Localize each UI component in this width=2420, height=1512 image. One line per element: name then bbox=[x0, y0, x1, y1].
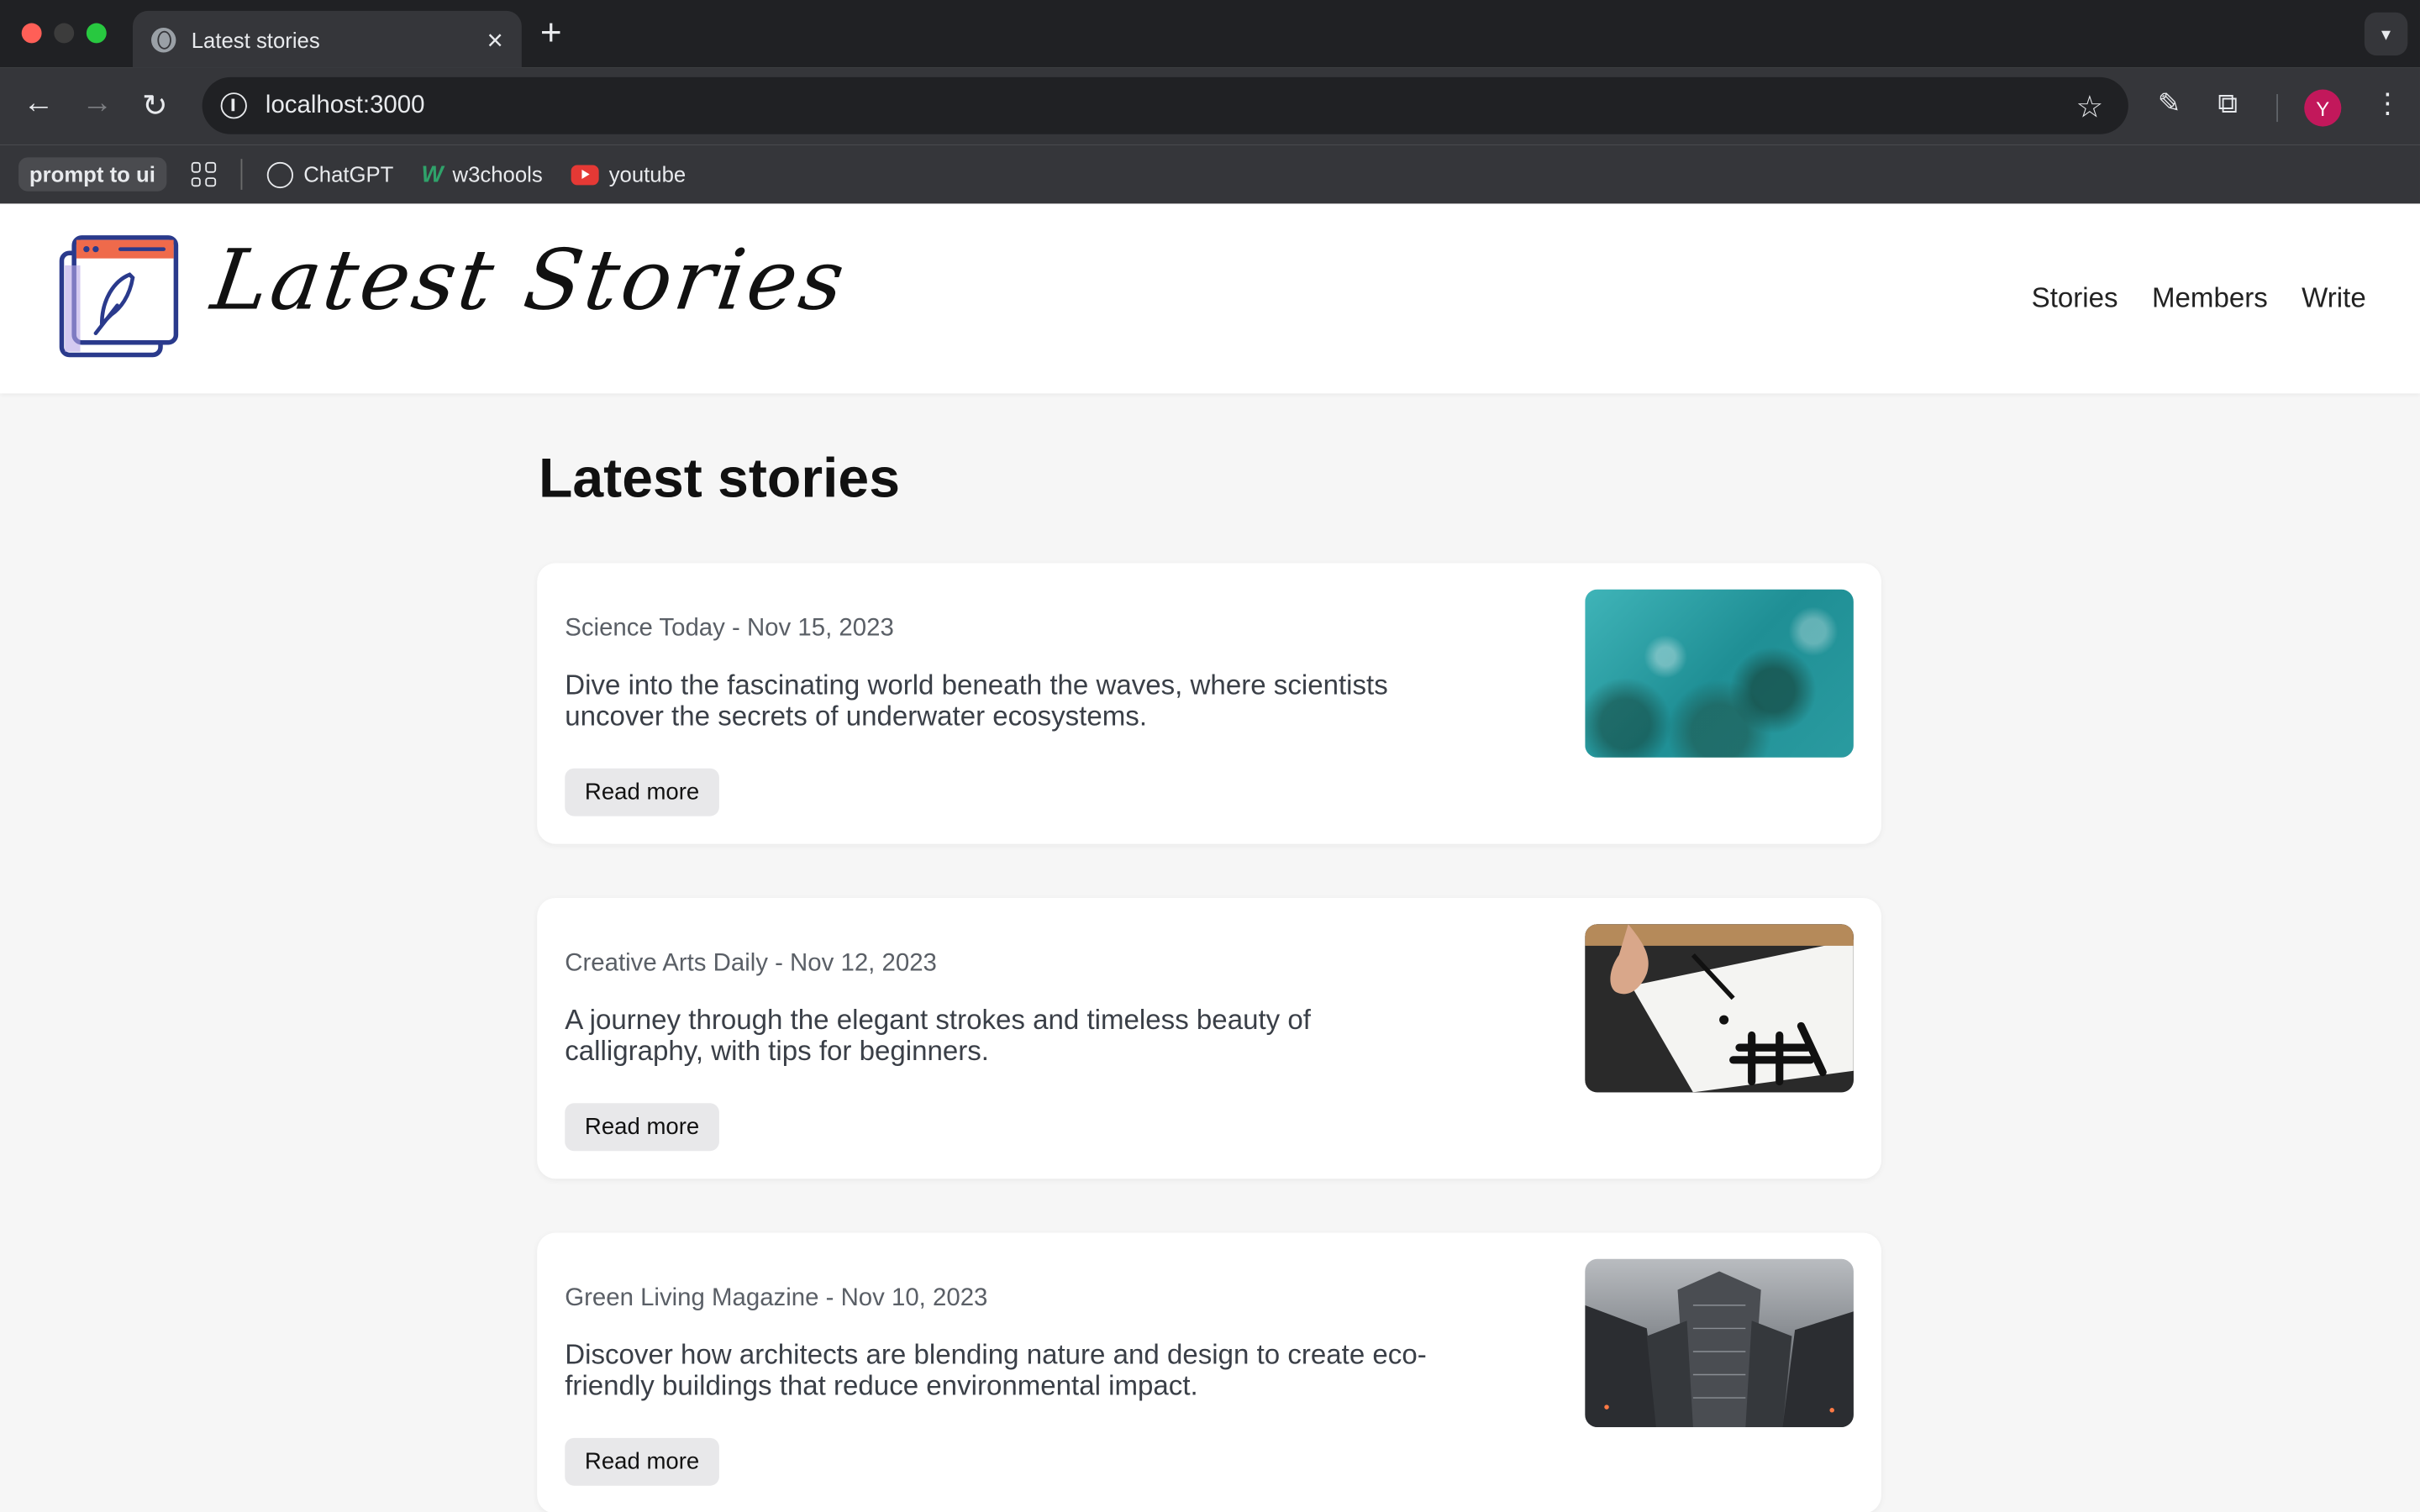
maximize-window-button[interactable] bbox=[86, 23, 107, 44]
nav-members[interactable]: Members bbox=[2152, 282, 2268, 315]
bookmark-prompt-to-ui[interactable]: prompt to ui bbox=[18, 157, 166, 192]
youtube-icon bbox=[570, 164, 598, 185]
main-nav: Stories Members Write bbox=[2032, 282, 2366, 315]
nav-stories[interactable]: Stories bbox=[2032, 282, 2118, 315]
story-excerpt: Dive into the fascinating world beneath … bbox=[565, 669, 1388, 732]
read-more-button[interactable]: Read more bbox=[565, 768, 719, 816]
nav-write[interactable]: Write bbox=[2302, 282, 2366, 315]
toolbar-divider bbox=[2276, 94, 2279, 123]
main-content: Latest stories Science Today - Nov 15, 2… bbox=[537, 393, 1883, 1512]
browser-tab[interactable]: Latest stories × bbox=[132, 10, 522, 68]
close-window-button[interactable] bbox=[21, 23, 42, 44]
more-menu-icon[interactable]: ⋮ bbox=[2374, 88, 2402, 121]
reload-icon[interactable]: ↻ bbox=[142, 87, 168, 125]
chevron-down-icon: ▾ bbox=[2381, 23, 2391, 45]
apps-grid-icon[interactable] bbox=[191, 161, 216, 187]
site-header: Latest Stories Stories Members Write bbox=[0, 203, 2420, 394]
browser-tabstrip: Latest stories × + ▾ bbox=[0, 0, 2420, 68]
story-meta: Science Today - Nov 15, 2023 bbox=[565, 615, 894, 643]
bookmark-star-icon[interactable]: ☆ bbox=[2076, 88, 2104, 127]
bookmark-youtube[interactable]: youtube bbox=[570, 162, 686, 186]
eyedropper-icon[interactable]: ✎ bbox=[2158, 88, 2181, 121]
story-excerpt: A journey through the elegant strokes an… bbox=[565, 1004, 1311, 1067]
tab-close-icon[interactable]: × bbox=[487, 25, 502, 53]
browser-toolbar: ← → ↻ localhost:3000 ☆ ✎ ⧉ ⋮ bbox=[0, 67, 2420, 145]
chatgpt-icon bbox=[266, 160, 293, 188]
story-card: Science Today - Nov 15, 2023 Dive into t… bbox=[537, 563, 1881, 844]
calligraphy-illustration bbox=[1585, 924, 1854, 1093]
w3schools-icon: W bbox=[421, 160, 444, 188]
page-title: Latest stories bbox=[539, 445, 900, 510]
skyscraper-illustration bbox=[1585, 1271, 1854, 1427]
site-logo-text[interactable]: Latest Stories bbox=[206, 232, 853, 329]
story-excerpt: Discover how architects are blending nat… bbox=[565, 1339, 1427, 1401]
url-text: localhost:3000 bbox=[265, 92, 425, 118]
address-bar[interactable]: localhost:3000 ☆ bbox=[202, 76, 2128, 134]
quill-logo-icon[interactable] bbox=[59, 234, 182, 361]
story-image-calligraphy[interactable] bbox=[1585, 924, 1854, 1093]
window-controls bbox=[21, 23, 107, 44]
story-meta: Green Living Magazine - Nov 10, 2023 bbox=[565, 1284, 988, 1312]
bookmarks-bar: prompt to ui ChatGPT W w3chools youtube bbox=[0, 144, 2420, 204]
new-tab-button[interactable]: + bbox=[540, 13, 562, 55]
site-info-icon[interactable] bbox=[220, 92, 247, 119]
extensions-puzzle-icon[interactable]: ⧉ bbox=[2217, 88, 2238, 121]
globe-icon bbox=[150, 27, 176, 52]
tab-title: Latest stories bbox=[191, 27, 320, 52]
story-meta: Creative Arts Daily - Nov 12, 2023 bbox=[565, 950, 937, 977]
story-image-ocean[interactable] bbox=[1585, 589, 1854, 758]
profile-avatar[interactable]: Y bbox=[2304, 89, 2342, 127]
bookmark-chatgpt[interactable]: ChatGPT bbox=[266, 160, 393, 188]
read-more-button[interactable]: Read more bbox=[565, 1103, 719, 1152]
story-image-buildings[interactable] bbox=[1585, 1258, 1854, 1427]
forward-arrow-icon[interactable]: → bbox=[82, 87, 113, 122]
back-arrow-icon[interactable]: ← bbox=[24, 87, 55, 122]
tab-search-button[interactable]: ▾ bbox=[2364, 12, 2408, 56]
bookmark-w3schools[interactable]: W w3chools bbox=[421, 161, 542, 187]
story-card: Green Living Magazine - Nov 10, 2023 Dis… bbox=[537, 1232, 1881, 1512]
minimize-window-button[interactable] bbox=[54, 23, 75, 44]
read-more-button[interactable]: Read more bbox=[565, 1437, 719, 1486]
screen: Latest stories × + ▾ ← → ↻ localhost:300… bbox=[0, 0, 2420, 1512]
story-card: Creative Arts Daily - Nov 12, 2023 A jou… bbox=[537, 897, 1881, 1179]
bookmarks-divider bbox=[239, 159, 242, 190]
